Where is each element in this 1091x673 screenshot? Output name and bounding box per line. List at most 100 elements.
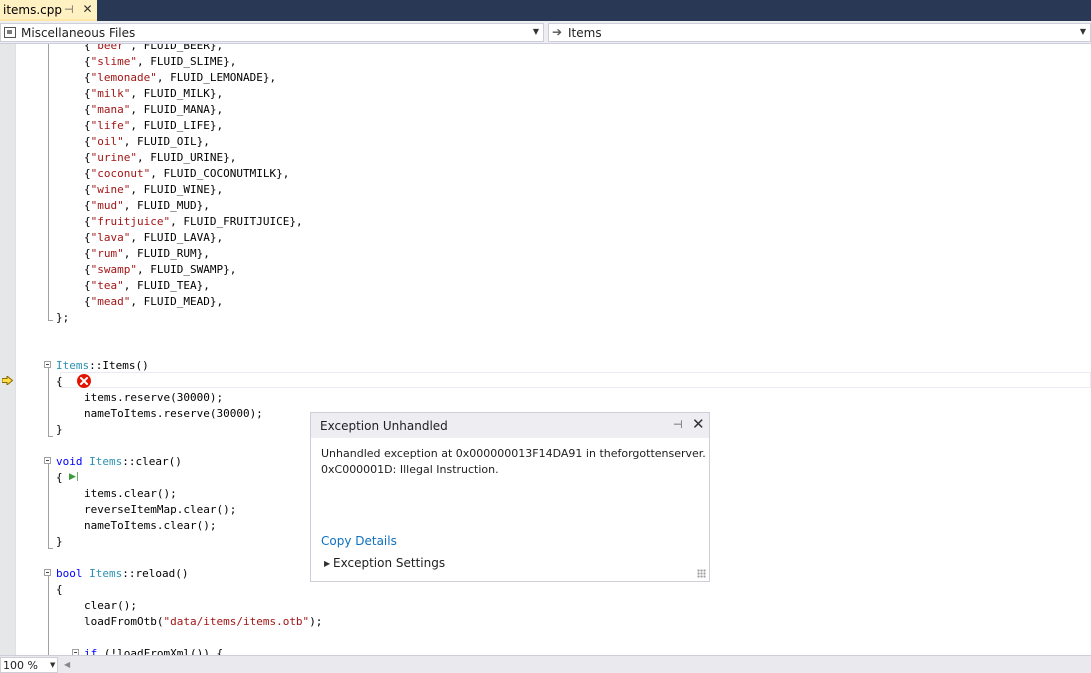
fold-guide-end [48, 320, 53, 321]
scroll-left-icon[interactable]: ◀ [64, 660, 70, 669]
pin-icon[interactable]: ⊣ [673, 418, 683, 431]
close-icon[interactable]: ✕ [692, 417, 705, 432]
code-text: FLUID_LAVA [143, 231, 210, 244]
string-literal: "swamp" [90, 263, 137, 276]
keyword: bool [56, 567, 83, 580]
code-text: { [56, 375, 63, 388]
code-punct: { [84, 103, 91, 116]
string-literal: "tea" [90, 279, 124, 292]
run-to-click-icon[interactable]: ▶| [69, 472, 79, 482]
code-text: items.reserve(30000); [84, 391, 224, 404]
fold-toggle[interactable] [44, 457, 51, 464]
string-literal: "data/items/items.otb" [163, 615, 310, 628]
code-punct: }, [209, 119, 224, 132]
string-literal: "mana" [90, 103, 131, 116]
exception-settings-expander[interactable]: Exception Settings [333, 556, 445, 570]
close-icon[interactable]: ✕ [81, 3, 94, 16]
code-text: ::clear() [122, 455, 182, 468]
code-punct: , [123, 247, 137, 260]
exception-message-line: 0xC000001D: Illegal Instruction. [321, 463, 499, 476]
fold-toggle[interactable] [44, 569, 51, 576]
code-text: FLUID_LIFE [143, 119, 210, 132]
code-text: FLUID_SLIME [150, 55, 224, 68]
code-line: } [56, 422, 63, 438]
chevron-down-icon: ▼ [50, 661, 56, 669]
resize-grip-icon[interactable] [697, 569, 706, 578]
indicator-margin[interactable] [0, 44, 15, 655]
code-punct: }, [262, 71, 277, 84]
code-text: ::reload() [122, 567, 189, 580]
code-line: {"lemonade", FLUID_LEMONADE}, [84, 70, 276, 86]
code-line: {"mana", FLUID_MANA}, [84, 102, 223, 118]
code-punct: { [84, 295, 91, 308]
code-punct: { [84, 167, 91, 180]
zoom-dropdown[interactable]: 100 % ▼ [0, 657, 58, 673]
string-literal: "coconut" [90, 167, 151, 180]
member-dropdown[interactable]: ➔ Items ▼ [548, 23, 1091, 42]
copy-details-link[interactable]: Copy Details [321, 534, 397, 548]
string-literal: "milk" [90, 87, 131, 100]
fold-guide [48, 44, 49, 320]
current-line-highlight [60, 372, 1091, 388]
code-punct: }, [209, 231, 224, 244]
project-dropdown[interactable]: Miscellaneous Files ▼ [0, 23, 544, 42]
code-punct: , [136, 263, 151, 276]
code-line: {"slime", FLUID_SLIME}, [84, 54, 236, 70]
code-line: {"beer", FLUID_BEER}, [84, 44, 223, 54]
code-text: ::Items() [89, 359, 149, 372]
code-text: FLUID_SWAMP [150, 263, 224, 276]
code-text: nameToItems.clear(); [84, 519, 217, 532]
code-punct: { [84, 215, 91, 228]
fold-guide-end [48, 436, 53, 437]
code-text: loadFromOtb( [84, 615, 164, 628]
code-punct: { [84, 151, 91, 164]
code-punct: { [84, 199, 91, 212]
code-line: void Items::clear() [56, 454, 182, 470]
code-punct: , [123, 199, 137, 212]
code-punct: , [156, 71, 171, 84]
code-text: clear(); [84, 599, 137, 612]
class-name: Items [89, 567, 123, 580]
code-punct: { [84, 87, 91, 100]
pin-icon[interactable]: ⊣ [64, 3, 74, 16]
code-punct: { [84, 231, 91, 244]
keyword: void [56, 455, 83, 468]
document-tab-strip: items.cpp ⊣ ✕ [0, 0, 1091, 21]
code-punct: , [123, 279, 137, 292]
code-punct: }, [209, 103, 224, 116]
code-line: {"life", FLUID_LIFE}, [84, 118, 223, 134]
project-dropdown-value: Miscellaneous Files [21, 26, 136, 40]
code-punct: , [130, 103, 144, 116]
code-text: FLUID_WINE [143, 183, 210, 196]
code-line: Items::Items() [56, 358, 149, 374]
tab-items-cpp[interactable]: items.cpp ⊣ ✕ [0, 0, 97, 21]
code-punct: { [84, 119, 91, 132]
code-punct: { [84, 71, 91, 84]
code-line: nameToItems.clear(); [84, 518, 216, 534]
code-text: FLUID_RUM [137, 247, 197, 260]
code-text: } [56, 535, 63, 548]
chevron-right-icon[interactable]: ▶ [324, 559, 330, 568]
code-punct: }, [223, 55, 237, 68]
code-punct: }, [209, 295, 224, 308]
class-name: Items [89, 455, 123, 468]
code-punct: }, [209, 87, 224, 100]
code-text: nameToItems.reserve(30000); [84, 407, 263, 420]
class-name: Items [56, 359, 90, 372]
chevron-down-icon: ▼ [532, 27, 539, 36]
tab-label: items.cpp [3, 3, 63, 17]
code-line: {"tea", FLUID_TEA}, [84, 278, 210, 294]
string-literal: "mead" [90, 295, 131, 308]
code-punct: , [136, 55, 151, 68]
code-line: } [56, 534, 63, 550]
code-line: nameToItems.reserve(30000); [84, 406, 263, 422]
code-text: FLUID_OIL [137, 135, 197, 148]
code-line: loadFromOtb("data/items/items.otb"); [84, 614, 322, 630]
string-literal: "life" [90, 119, 131, 132]
fold-guide [48, 464, 49, 548]
code-punct: { [84, 55, 91, 68]
code-line: {"urine", FLUID_URINE}, [84, 150, 236, 166]
fold-toggle[interactable] [44, 361, 51, 368]
keyword: if [84, 647, 98, 655]
popup-header[interactable]: Exception Unhandled ⊣ ✕ [311, 413, 709, 438]
